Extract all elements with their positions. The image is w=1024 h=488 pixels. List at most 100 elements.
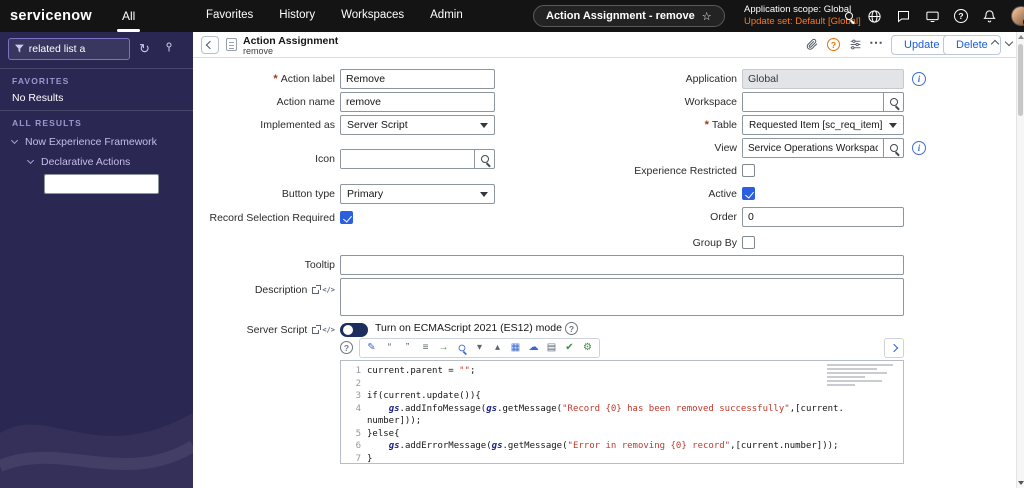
scrollbar-down-arrow[interactable] bbox=[1018, 481, 1024, 485]
save-icon[interactable]: ▤ bbox=[544, 340, 559, 356]
group-by-label: Group By bbox=[692, 237, 737, 249]
view-label: View bbox=[714, 142, 737, 154]
description-textarea[interactable] bbox=[340, 278, 904, 316]
funnel-icon bbox=[15, 44, 24, 53]
user-avatar[interactable] bbox=[1011, 6, 1024, 26]
code-icon[interactable]: </> bbox=[322, 326, 335, 334]
topbar-nav-item[interactable]: Admin bbox=[430, 9, 463, 21]
expand-field-icon[interactable] bbox=[312, 324, 322, 334]
tree-item-related-list-actions[interactable]: Related List Actions bbox=[44, 174, 159, 194]
topbar-nav-item[interactable]: History bbox=[279, 9, 315, 21]
code-minimap[interactable] bbox=[827, 364, 899, 388]
editor-toolbar-group: ✎ “” ≡ → ▾ ▴ ▦ ☁ ▤ ✔ ⚙ bbox=[359, 338, 600, 358]
editor-expand-icon[interactable] bbox=[884, 338, 904, 358]
tree-item-now-experience-framework[interactable]: Now Experience Framework bbox=[10, 134, 157, 150]
view-info-icon[interactable]: i bbox=[912, 141, 926, 155]
chevron-down-icon[interactable] bbox=[10, 136, 19, 145]
go-to-line-icon[interactable]: → bbox=[436, 340, 451, 356]
es12-mode-toggle[interactable] bbox=[340, 323, 368, 337]
page-subtitle: remove bbox=[243, 46, 274, 56]
es12-help-icon[interactable]: ? bbox=[565, 322, 578, 335]
help-icon[interactable]: ? bbox=[954, 9, 968, 23]
globe-icon[interactable] bbox=[867, 9, 882, 24]
topbar-nav-item[interactable]: Favorites bbox=[206, 9, 253, 21]
search-icon[interactable] bbox=[845, 12, 853, 20]
active-label: Active bbox=[708, 188, 737, 200]
chevron-down-icon[interactable] bbox=[26, 156, 35, 165]
personalize-sliders-icon[interactable] bbox=[849, 38, 862, 51]
editor-help-icon[interactable]: ? bbox=[340, 341, 353, 354]
dropdown-caret-icon bbox=[480, 191, 488, 197]
lint-check-icon[interactable]: ✔ bbox=[562, 340, 577, 356]
icon-input[interactable] bbox=[341, 150, 474, 168]
server-script-editor[interactable]: 1 current.parent = ""; 2 3 if(current.update… bbox=[340, 360, 904, 464]
view-lookup bbox=[742, 138, 904, 158]
icon-lookup bbox=[340, 149, 495, 169]
scrollbar[interactable] bbox=[1016, 32, 1024, 488]
action-name-input[interactable] bbox=[340, 92, 495, 112]
comment-code-icon[interactable]: “ bbox=[382, 340, 397, 356]
api-reference-icon[interactable]: ☁ bbox=[526, 340, 541, 356]
lookup-search-icon[interactable] bbox=[474, 150, 494, 168]
group-by-checkbox[interactable] bbox=[742, 236, 755, 249]
pin-sidebar-icon[interactable] bbox=[163, 41, 175, 55]
lookup-search-icon[interactable] bbox=[883, 139, 903, 157]
code-icon[interactable]: </> bbox=[322, 286, 335, 294]
notifications-bell-icon[interactable] bbox=[982, 9, 997, 24]
table-label: * Table bbox=[704, 119, 737, 131]
dropdown-caret-icon bbox=[480, 122, 488, 128]
active-checkbox[interactable] bbox=[742, 187, 755, 200]
record-selection-required-checkbox[interactable] bbox=[340, 211, 353, 224]
application-info-icon[interactable]: i bbox=[912, 72, 926, 86]
button-type-select[interactable]: Primary bbox=[340, 184, 495, 204]
search-icon[interactable] bbox=[454, 340, 469, 356]
screen-icon[interactable] bbox=[925, 9, 940, 24]
topbar-nav-item[interactable]: Workspaces bbox=[341, 9, 404, 21]
code-line: 1 current.parent = ""; bbox=[355, 366, 476, 376]
table-select[interactable]: Requested Item [sc_req_item] bbox=[742, 115, 904, 135]
workspace-input[interactable] bbox=[743, 93, 883, 111]
sidebar-filter-input[interactable] bbox=[28, 43, 123, 55]
preview-icon[interactable]: ▦ bbox=[508, 340, 523, 356]
refresh-icon[interactable]: ↻ bbox=[139, 42, 150, 55]
tree-item-declarative-actions[interactable]: Declarative Actions bbox=[26, 154, 130, 170]
divider bbox=[0, 110, 193, 111]
favorites-section-header: FAVORITES bbox=[12, 76, 70, 86]
nav-all-menu[interactable]: All bbox=[116, 9, 141, 32]
experience-restricted-checkbox[interactable] bbox=[742, 164, 755, 177]
form-help-icon[interactable]: ? bbox=[827, 38, 840, 51]
action-label-label: * Action label bbox=[273, 73, 335, 85]
tooltip-input[interactable] bbox=[340, 255, 904, 275]
next-record-icon[interactable] bbox=[1004, 37, 1014, 47]
all-results-section-header: ALL RESULTS bbox=[12, 118, 82, 128]
required-icon: * bbox=[273, 73, 278, 85]
favorite-star-icon[interactable]: ☆ bbox=[702, 10, 712, 23]
syntax-editor-icon[interactable]: ✎ bbox=[364, 340, 379, 356]
update-set-text[interactable]: Update set: Default [Global] bbox=[744, 16, 861, 28]
editor-settings-icon[interactable]: ⚙ bbox=[580, 340, 595, 356]
application-input bbox=[742, 69, 904, 89]
scrollbar-up-arrow[interactable] bbox=[1018, 35, 1024, 39]
workspace-label: Workspace bbox=[684, 96, 737, 108]
order-input[interactable] bbox=[742, 207, 904, 227]
lookup-search-icon[interactable] bbox=[883, 93, 903, 111]
favorites-empty-text: No Results bbox=[12, 92, 64, 104]
attachment-paperclip-icon[interactable] bbox=[805, 38, 818, 51]
record-pill[interactable]: Action Assignment - remove ☆ bbox=[533, 5, 725, 27]
previous-record-icon[interactable] bbox=[990, 39, 1000, 49]
find-previous-icon[interactable]: ▴ bbox=[490, 340, 505, 356]
required-icon: * bbox=[704, 119, 709, 131]
back-button[interactable] bbox=[201, 36, 219, 54]
scrollbar-thumb[interactable] bbox=[1018, 44, 1023, 116]
find-next-icon[interactable]: ▾ bbox=[472, 340, 487, 356]
chat-icon[interactable] bbox=[896, 9, 911, 24]
action-label-input[interactable] bbox=[340, 69, 495, 89]
implemented-as-select[interactable]: Server Script bbox=[340, 115, 495, 135]
view-input[interactable] bbox=[743, 139, 883, 157]
more-actions-icon[interactable]: ⋯ bbox=[869, 34, 883, 51]
uncomment-code-icon[interactable]: ” bbox=[400, 340, 415, 356]
servicenow-logo[interactable]: servicenow bbox=[10, 8, 92, 24]
workspace-lookup bbox=[742, 92, 904, 112]
format-code-icon[interactable]: ≡ bbox=[418, 340, 433, 356]
expand-field-icon[interactable] bbox=[312, 284, 322, 294]
